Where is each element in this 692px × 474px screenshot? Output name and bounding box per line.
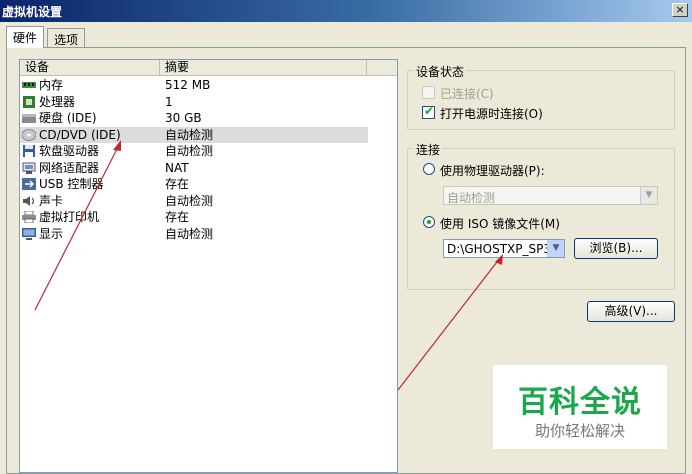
title-bar: 虚拟机设置 × [0,0,692,22]
device-row-floppy[interactable]: 软盘驱动器 自动检测 [20,143,368,160]
usb-icon [22,178,36,190]
connect-on-power-checkbox[interactable]: ✔ [422,104,435,119]
device-summary: 1 [165,94,173,109]
column-device[interactable]: 设备 [20,60,160,76]
processor-icon [23,95,35,108]
device-row-cd-dvd[interactable]: CD/DVD (IDE) 自动检测 [20,126,368,143]
connect-on-power-label: 打开电源时连接(O) [440,107,543,121]
connection-group: 连接 使用物理驱动器(P): 自动检测 ▼ 使用 ISO 镜像文件(M) D:\… [407,141,675,290]
device-row-usb[interactable]: USB 控制器 存在 [20,176,368,193]
device-row-network-adapter[interactable]: 网络适配器 NAT [20,160,368,177]
device-summary: 自动检测 [165,193,214,208]
watermark-subtitle: 助你轻松解决 [534,422,625,440]
connected-checkbox[interactable] [422,86,435,99]
iso-image-radio[interactable] [423,216,435,228]
device-name: 内存 [39,78,64,92]
network-adapter-icon [22,162,36,174]
printer-icon [22,211,36,223]
device-row-hard-disk[interactable]: 硬盘 (IDE) 30 GB [20,110,368,127]
connection-legend: 连接 [414,141,443,158]
device-name: 虚拟打印机 [39,210,100,224]
device-summary: 30 GB [165,111,202,125]
cd-dvd-icon [22,128,36,141]
device-status-group: 设备状态 已连接(C) ✔ 打开电源时连接(O) [407,63,675,130]
device-status-legend: 设备状态 [414,63,467,80]
chevron-down-icon: ▼ [640,187,657,204]
column-summary[interactable]: 摘要 [160,60,367,76]
device-name: 硬盘 (IDE) [39,111,97,125]
iso-path-combo[interactable]: D:\GHOSTXP_SP3E ▼ [443,239,565,258]
device-list[interactable]: 设备 摘要 内存 512 MB 处理器 1 硬盘 (IDE) 30 GB CD/… [19,59,398,473]
device-row-printer[interactable]: 虚拟打印机 存在 [20,209,368,226]
window-title: 虚拟机设置 [2,5,63,19]
device-summary: 自动检测 [165,226,214,241]
tab-hardware[interactable]: 硬件 [6,26,45,48]
chevron-down-icon[interactable]: ▼ [547,240,564,257]
sound-card-icon [23,195,35,206]
tab-options[interactable]: 选项 [47,28,86,48]
advanced-button[interactable]: 高级(V)... [587,301,675,322]
device-summary: 512 MB [165,78,211,92]
device-row-processor[interactable]: 处理器 1 [20,94,368,111]
iso-image-label: 使用 ISO 镜像文件(M) [440,217,560,231]
physical-drive-value: 自动检测 [447,191,496,205]
device-name: USB 控制器 [39,177,104,191]
check-icon: ✔ [424,104,435,118]
watermark-logo: 百科全说 助你轻松解决 [493,365,667,449]
close-button[interactable]: × [672,3,688,17]
hard-disk-icon [22,114,36,123]
device-row-memory[interactable]: 内存 512 MB [20,77,368,94]
radio-selected-dot [427,220,431,224]
display-icon [22,227,36,240]
device-name: CD/DVD (IDE) [39,127,121,142]
device-name: 网络适配器 [39,160,100,175]
device-summary: NAT [165,160,189,175]
device-summary: 存在 [165,177,190,191]
watermark-title: 百科全说 [518,385,642,420]
device-name: 声卡 [39,193,64,208]
device-row-sound-card[interactable]: 声卡 自动检测 [20,193,368,210]
memory-icon [22,82,36,88]
device-row-display[interactable]: 显示 自动检测 [20,226,368,243]
physical-drive-label: 使用物理驱动器(P): [440,164,545,178]
device-list-header: 设备 摘要 [20,60,397,76]
device-summary: 自动检测 [165,127,214,142]
device-summary: 自动检测 [165,144,214,158]
browse-button[interactable]: 浏览(B)... [574,238,658,259]
physical-drive-select[interactable]: 自动检测 ▼ [443,186,658,205]
physical-drive-radio[interactable] [423,163,435,175]
iso-path-value: D:\GHOSTXP_SP3E [447,242,547,256]
connected-label: 已连接(C) [440,87,494,101]
device-name: 软盘驱动器 [39,144,100,158]
device-name: 显示 [39,226,64,241]
device-summary: 存在 [165,210,190,224]
floppy-icon [23,145,35,157]
device-name: 处理器 [39,94,76,109]
